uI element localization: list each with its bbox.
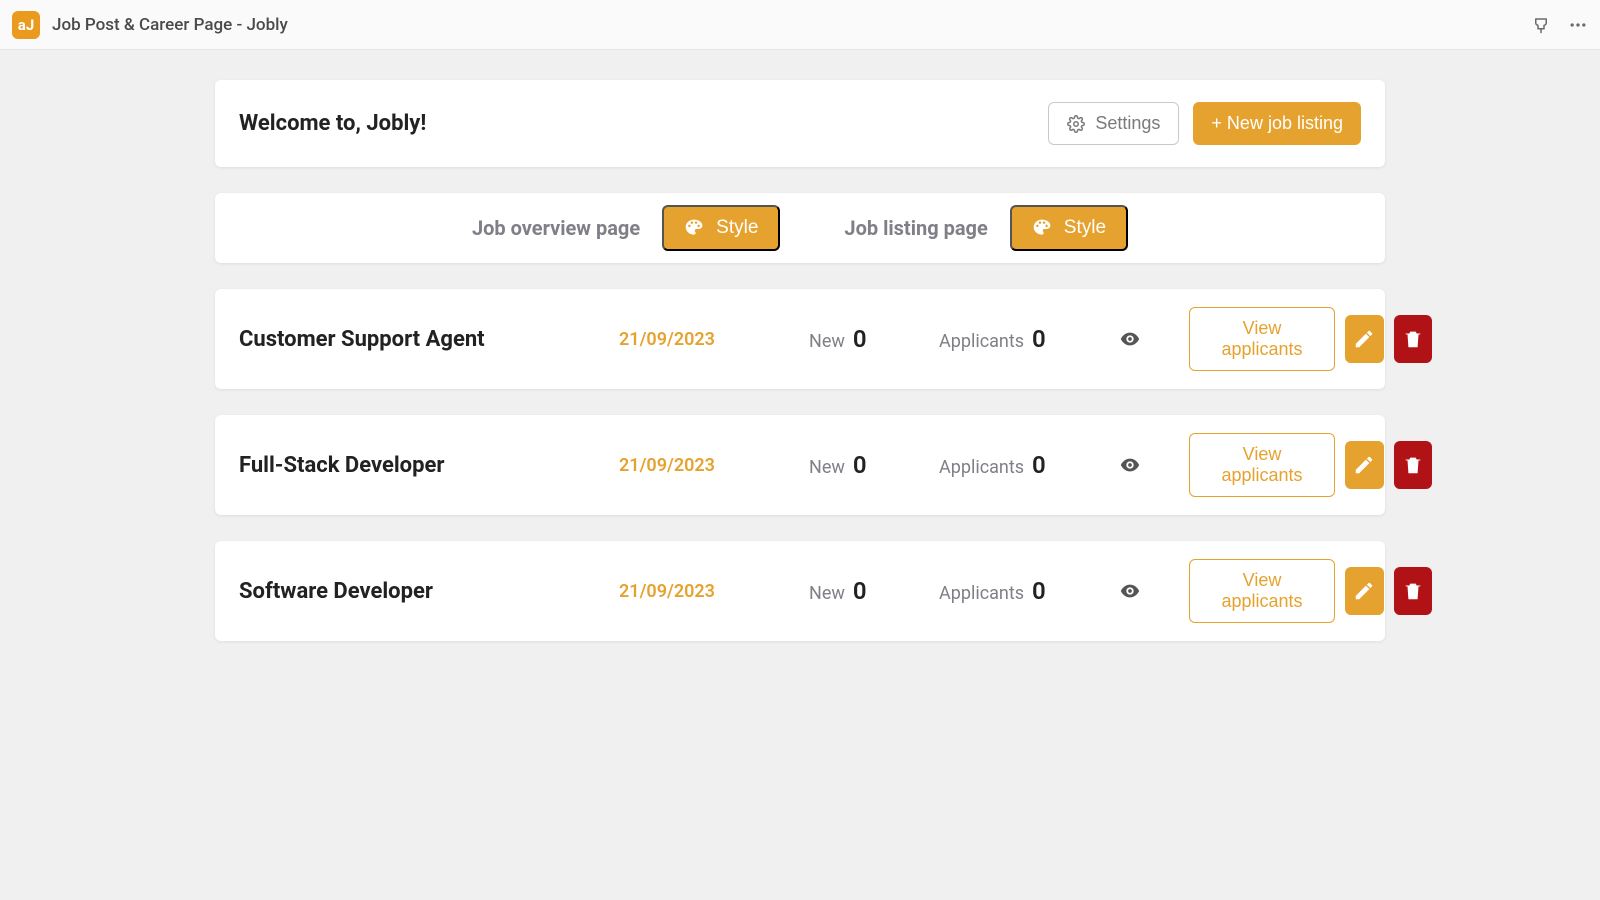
visibility-toggle[interactable] — [1119, 454, 1189, 476]
stat-applicants-label: Applicants — [939, 583, 1024, 604]
style-listing-button[interactable]: Style — [1010, 205, 1128, 251]
new-job-listing-label: + New job listing — [1211, 113, 1343, 134]
stat-applicants-count: 0 — [1032, 577, 1046, 605]
view-applicants-button[interactable]: View applicants — [1189, 307, 1335, 371]
stat-new-label: New — [809, 583, 845, 604]
app-logo: aJ — [12, 11, 40, 39]
job-title: Customer Support Agent — [239, 327, 619, 352]
job-date: 21/09/2023 — [619, 455, 809, 476]
page-title: Job Post & Career Page - Jobly — [52, 15, 288, 35]
row-actions: View applicants — [1189, 433, 1432, 497]
job-row: Customer Support Agent 21/09/2023 New 0 … — [215, 289, 1385, 389]
stat-applicants: Applicants 0 — [939, 577, 1119, 605]
topbar: aJ Job Post & Career Page - Jobly — [0, 0, 1600, 50]
style-overview-button[interactable]: Style — [662, 205, 780, 251]
delete-button[interactable] — [1394, 441, 1433, 489]
stat-new-count: 0 — [853, 577, 867, 605]
row-actions: View applicants — [1189, 559, 1432, 623]
visibility-toggle[interactable] — [1119, 328, 1189, 350]
stat-new: New 0 — [809, 325, 939, 353]
delete-button[interactable] — [1394, 567, 1433, 615]
topbar-right — [1532, 15, 1588, 35]
welcome-text: Welcome to, Jobly! — [239, 111, 426, 136]
header-actions: Settings + New job listing — [1048, 102, 1361, 145]
job-list: Customer Support Agent 21/09/2023 New 0 … — [215, 289, 1385, 641]
pencil-icon — [1353, 454, 1375, 476]
stat-new-label: New — [809, 331, 845, 352]
stat-new-count: 0 — [853, 451, 867, 479]
settings-button[interactable]: Settings — [1048, 102, 1179, 145]
trash-icon — [1402, 328, 1424, 350]
stat-new: New 0 — [809, 451, 939, 479]
gear-icon — [1067, 115, 1085, 133]
row-actions: View applicants — [1189, 307, 1432, 371]
palette-icon — [1032, 218, 1052, 238]
visibility-toggle[interactable] — [1119, 580, 1189, 602]
new-job-listing-button[interactable]: + New job listing — [1193, 102, 1361, 145]
stat-new: New 0 — [809, 577, 939, 605]
style-group-overview: Job overview page Style — [472, 205, 780, 251]
style-bar: Job overview page Style Job listing page… — [215, 193, 1385, 263]
pencil-icon — [1353, 580, 1375, 602]
stat-applicants: Applicants 0 — [939, 451, 1119, 479]
content: Welcome to, Jobly! Settings + New job li… — [215, 50, 1385, 641]
listing-page-label: Job listing page — [844, 216, 987, 240]
header-card: Welcome to, Jobly! Settings + New job li… — [215, 80, 1385, 167]
stat-applicants-count: 0 — [1032, 325, 1046, 353]
job-row: Software Developer 21/09/2023 New 0 Appl… — [215, 541, 1385, 641]
job-date: 21/09/2023 — [619, 329, 809, 350]
palette-icon — [684, 218, 704, 238]
stat-new-label: New — [809, 457, 845, 478]
job-title: Full-Stack Developer — [239, 453, 619, 478]
more-icon[interactable] — [1568, 15, 1588, 35]
delete-button[interactable] — [1394, 315, 1433, 363]
trash-icon — [1402, 580, 1424, 602]
app-logo-text: aJ — [18, 16, 34, 34]
edit-button[interactable] — [1345, 441, 1384, 489]
overview-page-label: Job overview page — [472, 216, 640, 240]
job-date: 21/09/2023 — [619, 581, 809, 602]
style-group-listing: Job listing page Style — [844, 205, 1128, 251]
style-button-label: Style — [1064, 217, 1106, 239]
view-applicants-button[interactable]: View applicants — [1189, 559, 1335, 623]
stat-applicants-count: 0 — [1032, 451, 1046, 479]
edit-button[interactable] — [1345, 315, 1384, 363]
edit-button[interactable] — [1345, 567, 1384, 615]
pencil-icon — [1353, 328, 1375, 350]
job-title: Software Developer — [239, 579, 619, 604]
stat-applicants-label: Applicants — [939, 331, 1024, 352]
job-row: Full-Stack Developer 21/09/2023 New 0 Ap… — [215, 415, 1385, 515]
view-applicants-button[interactable]: View applicants — [1189, 433, 1335, 497]
style-button-label: Style — [716, 217, 758, 239]
settings-label: Settings — [1095, 113, 1160, 134]
stat-applicants-label: Applicants — [939, 457, 1024, 478]
stat-applicants: Applicants 0 — [939, 325, 1119, 353]
trash-icon — [1402, 454, 1424, 476]
pin-icon[interactable] — [1532, 16, 1550, 34]
stat-new-count: 0 — [853, 325, 867, 353]
topbar-left: aJ Job Post & Career Page - Jobly — [12, 11, 288, 39]
